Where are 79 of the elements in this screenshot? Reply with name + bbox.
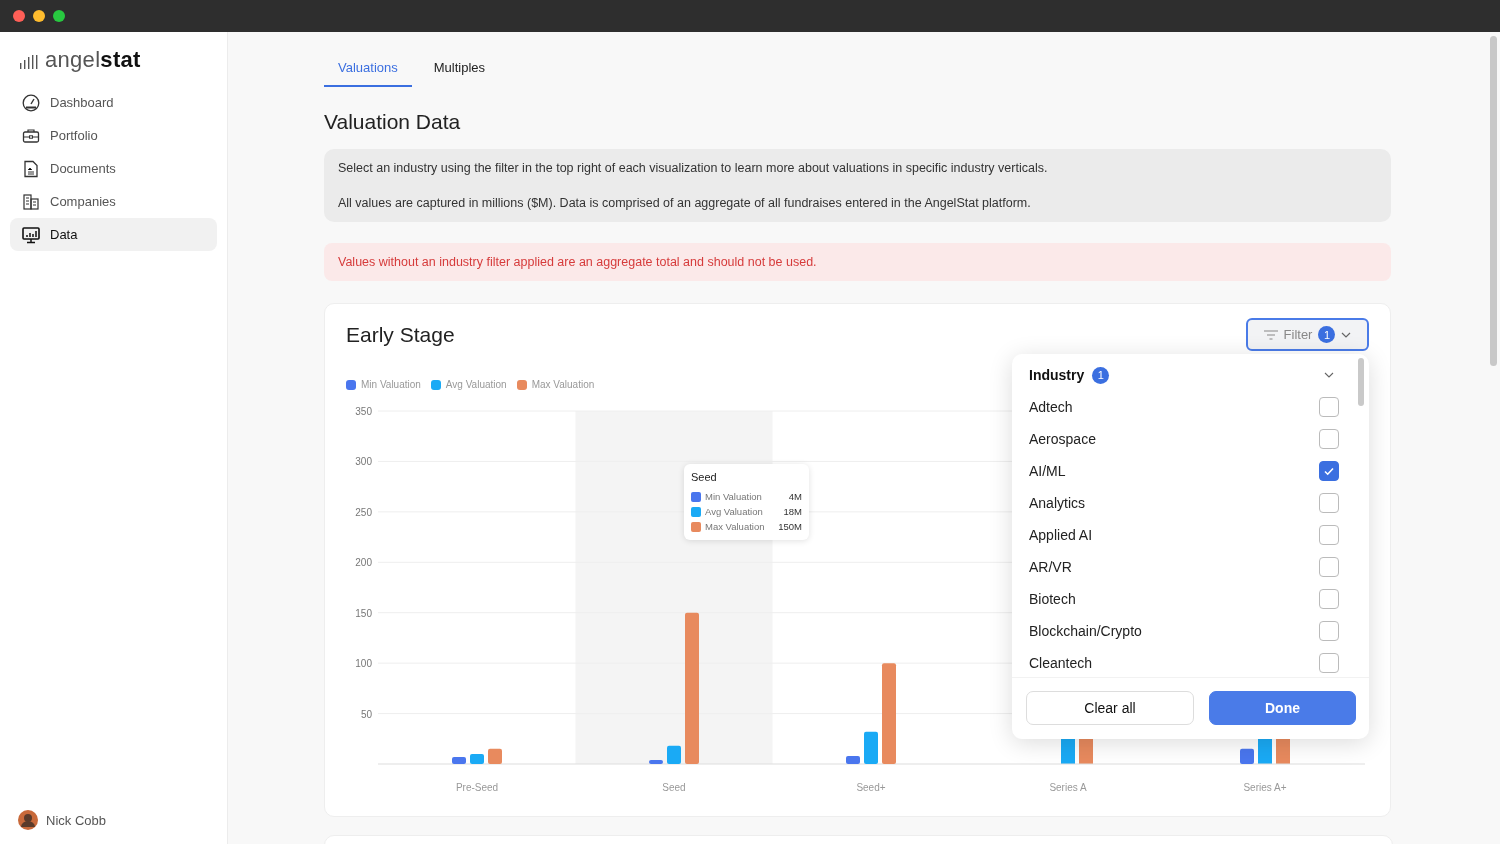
axis-tick-label: 150 xyxy=(355,607,372,619)
axis-category-label: Seed xyxy=(662,782,686,793)
option-label: Cleantech xyxy=(1029,655,1093,671)
tab[interactable]: Multiples xyxy=(419,50,500,87)
tooltip-label: Max Valuation xyxy=(705,520,766,534)
checkbox[interactable] xyxy=(1319,461,1339,481)
axis-tick-label: 300 xyxy=(355,456,372,468)
avatar[interactable] xyxy=(18,810,38,830)
checkbox[interactable] xyxy=(1319,557,1339,577)
chevron-down-icon[interactable] xyxy=(1324,372,1334,378)
close-button[interactable] xyxy=(13,10,25,22)
bar[interactable] xyxy=(470,753,484,764)
checkbox[interactable] xyxy=(1319,653,1339,673)
buildings-icon xyxy=(22,192,40,211)
filter-button[interactable]: Filter 1 xyxy=(1246,318,1369,351)
axis-category-label: Seed+ xyxy=(856,782,886,793)
tooltip-value: 4M xyxy=(788,490,802,504)
axis-tick-label: 350 xyxy=(355,406,372,417)
tooltip-value: 18M xyxy=(783,505,802,519)
axis-category-label: Series A+ xyxy=(1243,782,1287,793)
tooltip-label: Avg Valuation xyxy=(705,505,764,519)
sidebar-item[interactable]: Dashboard xyxy=(10,86,217,119)
card-title: Early Stage xyxy=(346,322,455,347)
bar[interactable] xyxy=(864,731,878,764)
warning-text: Values without an industry filter applied are an aggregate total and should not be used. xyxy=(338,255,817,269)
gauge-icon xyxy=(22,93,40,112)
count-badge: 1 xyxy=(1318,326,1336,343)
info-text: Select an industry using the filter in the top right of each visualization to learn more about valuations in specific industry verticals. xyxy=(338,160,1049,176)
scrollbar[interactable] xyxy=(1358,358,1364,406)
option-label: Biotech xyxy=(1029,591,1076,607)
option-label: AR/VR xyxy=(1029,559,1072,575)
option-label: AI/ML xyxy=(1029,463,1066,479)
checkbox[interactable] xyxy=(1319,429,1339,449)
section-title: Industry xyxy=(1029,367,1085,383)
checkbox[interactable] xyxy=(1319,621,1339,641)
monitor-chart-icon xyxy=(22,225,40,244)
bar[interactable] xyxy=(846,755,860,764)
sidebar-item[interactable]: Companies xyxy=(10,185,217,218)
bar[interactable] xyxy=(1240,748,1254,764)
tooltip-title: Seed xyxy=(691,471,718,483)
option-label: Aerospace xyxy=(1029,431,1096,447)
done-button[interactable]: Done xyxy=(1209,691,1356,725)
scrollbar[interactable] xyxy=(1490,36,1497,366)
option-label: Applied AI xyxy=(1029,527,1093,543)
info-text: All values are captured in millions ($M). Data is comprised of an aggregate of all fundraises entered in the AngelStat platform. xyxy=(338,195,1032,211)
sidebar-item[interactable]: Documents xyxy=(10,152,217,185)
checkbox[interactable] xyxy=(1319,525,1339,545)
sidebar-item[interactable]: Data xyxy=(10,218,217,251)
briefcase-icon xyxy=(22,126,40,145)
checkbox[interactable] xyxy=(1319,589,1339,609)
clear-button[interactable]: Clear all xyxy=(1026,691,1194,725)
maximize-button[interactable] xyxy=(53,10,65,22)
bar[interactable] xyxy=(649,759,663,764)
document-icon xyxy=(22,159,40,178)
axis-category-label: Pre-Seed xyxy=(455,782,499,793)
axis-tick-label: 100 xyxy=(355,658,372,670)
page-heading: Valuation Data xyxy=(324,109,462,135)
checkbox[interactable] xyxy=(1319,397,1339,417)
axis-tick-label: 50 xyxy=(360,708,372,720)
option-label: Analytics xyxy=(1029,495,1086,511)
axis-tick-label: 250 xyxy=(355,506,372,518)
tab[interactable]: Valuations xyxy=(324,50,412,87)
chevron-down-icon xyxy=(1341,331,1352,338)
axis-category-label: Series A xyxy=(1049,782,1087,793)
count-badge: 1 xyxy=(1092,366,1110,384)
logo: angelstat xyxy=(45,48,141,72)
sidebar-item[interactable]: Portfolio xyxy=(10,119,217,152)
axis-tick-label: 200 xyxy=(355,557,372,569)
option-label: Blockchain/Crypto xyxy=(1029,623,1142,639)
bar[interactable] xyxy=(452,756,466,764)
minimize-button[interactable] xyxy=(33,10,45,22)
tooltip-label: Min Valuation xyxy=(705,490,763,504)
option-label: Adtech xyxy=(1029,399,1073,415)
tooltip-value: 150M xyxy=(778,520,802,534)
user-name: Nick Cobb xyxy=(46,812,106,828)
filter-icon xyxy=(1263,329,1278,340)
checkmark-icon xyxy=(1323,465,1335,477)
bar[interactable] xyxy=(488,748,502,764)
checkbox[interactable] xyxy=(1319,493,1339,513)
